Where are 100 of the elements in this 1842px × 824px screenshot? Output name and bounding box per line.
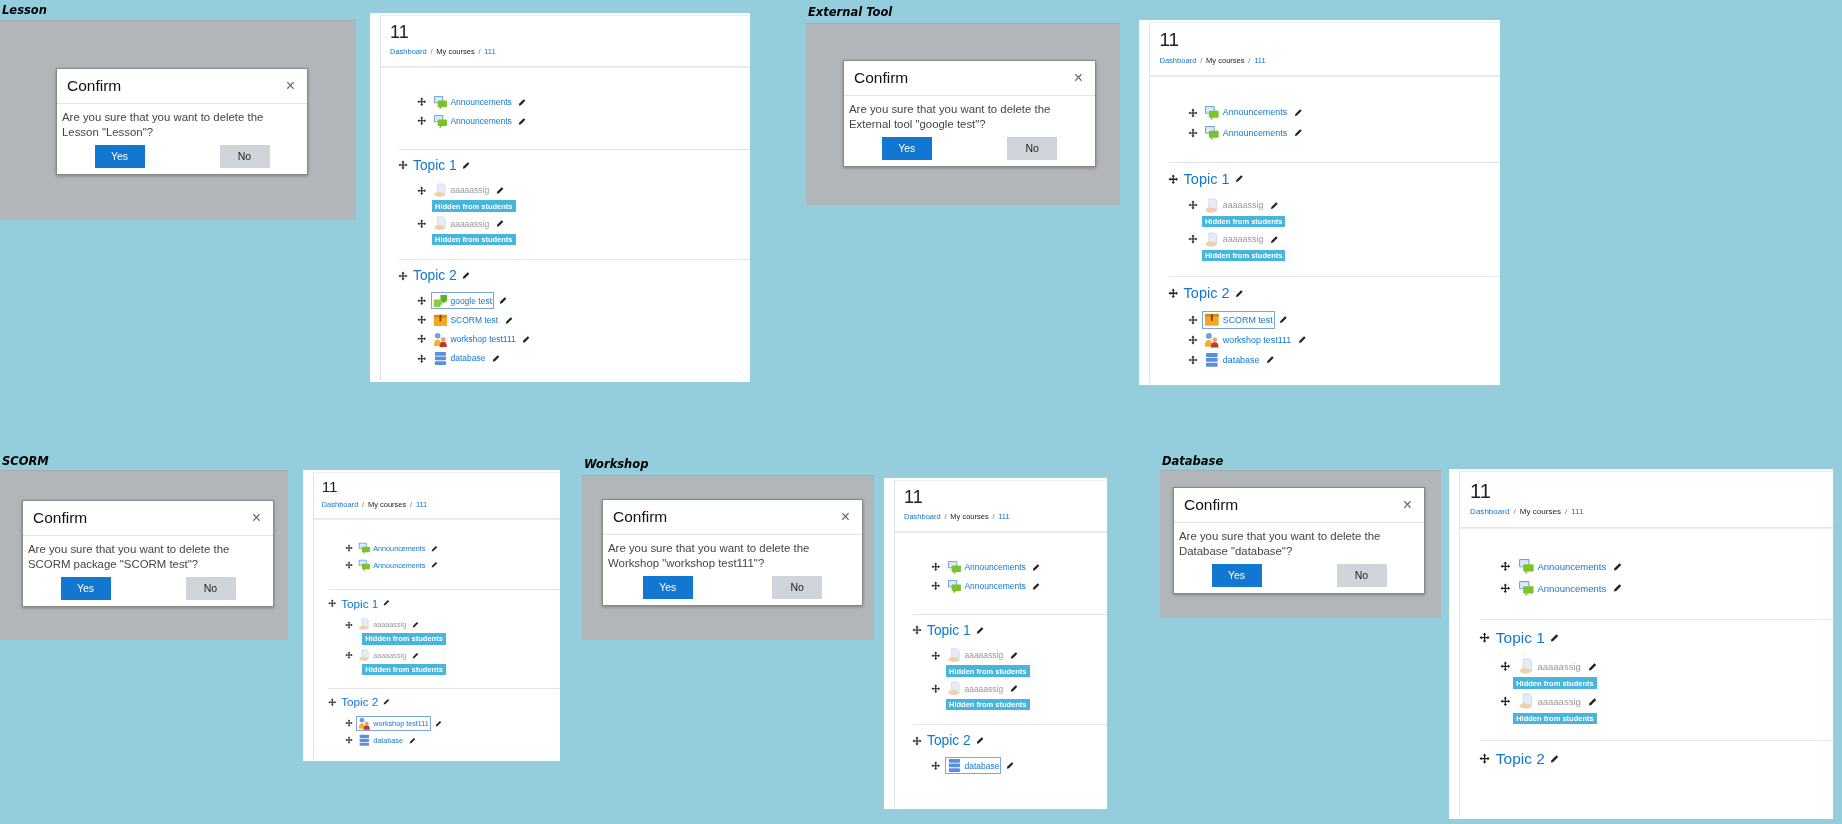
- section-title[interactable]: Topic 1: [1495, 628, 1545, 647]
- confirm-button[interactable]: Yes: [1211, 563, 1262, 587]
- confirm-button[interactable]: Yes: [60, 576, 111, 600]
- pencil-icon[interactable]: [491, 354, 501, 363]
- cancel-button[interactable]: No: [219, 144, 270, 168]
- move-icon[interactable]: [1167, 173, 1179, 185]
- cancel-button[interactable]: No: [1336, 563, 1387, 587]
- move-icon[interactable]: [344, 561, 353, 570]
- activity-link[interactable]: aaaaassig: [1202, 196, 1266, 215]
- move-icon[interactable]: [417, 97, 427, 107]
- close-button[interactable]: ×: [1400, 497, 1414, 513]
- move-icon[interactable]: [344, 620, 353, 629]
- move-icon[interactable]: [417, 185, 427, 196]
- move-icon[interactable]: [1167, 288, 1179, 299]
- move-icon[interactable]: [931, 562, 941, 572]
- activity-link[interactable]: SCORM test: [1202, 310, 1275, 329]
- pencil-icon[interactable]: [431, 561, 439, 569]
- move-icon[interactable]: [1187, 234, 1198, 245]
- activity-link[interactable]: database: [945, 757, 1002, 775]
- move-icon[interactable]: [417, 353, 427, 364]
- activity-link[interactable]: Announcements: [1202, 103, 1290, 122]
- activity-link[interactable]: google test: [431, 292, 494, 310]
- breadcrumb-link[interactable]: 111: [1571, 506, 1584, 516]
- pencil-icon[interactable]: [1266, 355, 1276, 365]
- pencil-icon[interactable]: [1613, 561, 1623, 572]
- activity-link[interactable]: Announcements: [431, 112, 514, 130]
- move-icon[interactable]: [1500, 561, 1511, 572]
- activity-link[interactable]: aaaaassig: [945, 647, 1006, 664]
- close-button[interactable]: ×: [249, 510, 263, 526]
- pencil-icon[interactable]: [412, 651, 420, 659]
- cancel-button[interactable]: No: [772, 575, 823, 599]
- close-button[interactable]: ×: [283, 78, 297, 94]
- pencil-icon[interactable]: [1613, 583, 1623, 593]
- section-title[interactable]: Topic 2: [341, 695, 379, 709]
- move-icon[interactable]: [328, 697, 337, 707]
- section-title[interactable]: Topic 1: [927, 622, 971, 638]
- move-icon[interactable]: [1500, 661, 1511, 672]
- move-icon[interactable]: [417, 334, 427, 344]
- close-button[interactable]: ×: [838, 509, 852, 525]
- activity-link[interactable]: Announcements: [1515, 578, 1609, 598]
- move-icon[interactable]: [417, 218, 427, 229]
- pencil-icon[interactable]: [461, 271, 471, 280]
- move-icon[interactable]: [1500, 582, 1511, 594]
- move-icon[interactable]: [398, 160, 408, 171]
- move-icon[interactable]: [417, 315, 427, 325]
- move-icon[interactable]: [912, 735, 922, 746]
- cancel-button[interactable]: No: [1007, 136, 1058, 160]
- section-title[interactable]: Topic 2: [413, 268, 457, 284]
- confirm-button[interactable]: Yes: [881, 136, 932, 160]
- move-icon[interactable]: [344, 719, 353, 728]
- move-icon[interactable]: [931, 760, 941, 771]
- move-icon[interactable]: [1187, 334, 1198, 345]
- pencil-icon[interactable]: [1550, 753, 1560, 764]
- pencil-icon[interactable]: [1587, 661, 1598, 672]
- pencil-icon[interactable]: [408, 736, 416, 744]
- move-icon[interactable]: [931, 581, 941, 591]
- activity-link[interactable]: workshop test111: [431, 330, 518, 348]
- move-icon[interactable]: [1479, 632, 1491, 644]
- activity-link[interactable]: Announcements: [945, 577, 1028, 595]
- move-icon[interactable]: [417, 295, 427, 306]
- move-icon[interactable]: [1500, 696, 1511, 707]
- cancel-button[interactable]: No: [185, 576, 236, 600]
- activity-link[interactable]: aaaaassig: [1515, 692, 1583, 711]
- pencil-icon[interactable]: [1587, 696, 1598, 707]
- activity-link[interactable]: aaaaassig: [1515, 657, 1583, 676]
- activity-link[interactable]: Announcements: [431, 93, 514, 111]
- move-icon[interactable]: [398, 270, 408, 281]
- pencil-icon[interactable]: [975, 736, 985, 745]
- pencil-icon[interactable]: [1009, 651, 1019, 660]
- section-title[interactable]: Topic 2: [1183, 285, 1230, 302]
- confirm-button[interactable]: Yes: [642, 575, 693, 599]
- pencil-icon[interactable]: [975, 626, 985, 635]
- move-icon[interactable]: [328, 598, 337, 608]
- activity-link[interactable]: database: [431, 350, 488, 367]
- activity-link[interactable]: Announcements: [945, 558, 1028, 576]
- move-icon[interactable]: [1187, 200, 1198, 211]
- move-icon[interactable]: [1187, 107, 1198, 118]
- move-icon[interactable]: [417, 116, 427, 126]
- move-icon[interactable]: [912, 625, 922, 636]
- pencil-icon[interactable]: [498, 296, 507, 305]
- pencil-icon[interactable]: [1234, 174, 1244, 184]
- pencil-icon[interactable]: [1270, 234, 1279, 244]
- pencil-icon[interactable]: [1550, 633, 1560, 643]
- activity-link[interactable]: aaaaassig: [431, 182, 492, 199]
- section-title[interactable]: Topic 2: [927, 733, 971, 749]
- activity-link[interactable]: aaaaassig: [1202, 230, 1266, 249]
- move-icon[interactable]: [344, 651, 353, 660]
- move-icon[interactable]: [1187, 127, 1198, 138]
- activity-link[interactable]: database: [1202, 351, 1262, 369]
- activity-link[interactable]: SCORM test: [431, 311, 501, 329]
- breadcrumb-link[interactable]: Dashboard: [1470, 506, 1510, 516]
- pencil-icon[interactable]: [1005, 761, 1015, 770]
- move-icon[interactable]: [344, 736, 353, 745]
- activity-link[interactable]: aaaaassig: [431, 215, 492, 233]
- move-icon[interactable]: [344, 544, 353, 553]
- pencil-icon[interactable]: [1293, 128, 1303, 138]
- pencil-icon[interactable]: [461, 161, 471, 170]
- section-title[interactable]: Topic 1: [1183, 170, 1230, 187]
- pencil-icon[interactable]: [431, 544, 439, 552]
- pencil-icon[interactable]: [434, 719, 442, 728]
